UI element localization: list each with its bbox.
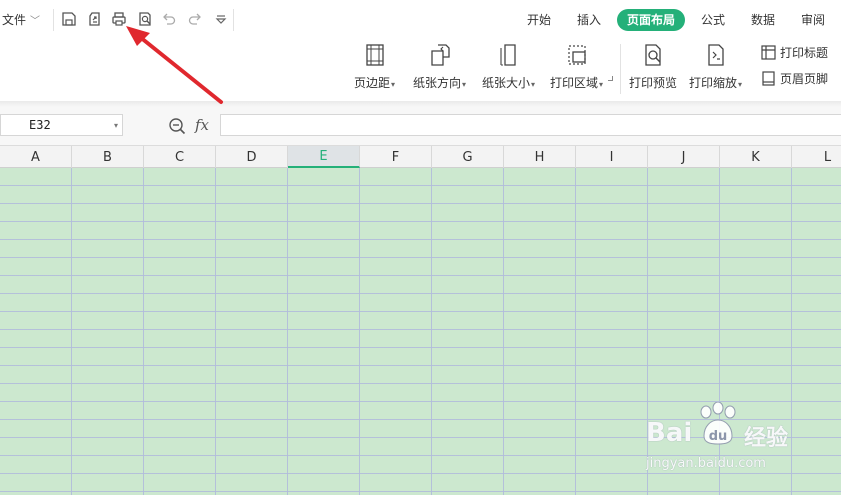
tab-data[interactable]: 数据: [751, 11, 775, 28]
watermark-brand-cn: 经验: [744, 426, 789, 451]
save-icon[interactable]: [60, 10, 78, 28]
watermark-url: jingyan.baidu.com: [646, 456, 766, 471]
formula-bar: E32 ▾ fx: [0, 107, 841, 145]
orientation-icon: [428, 42, 452, 68]
zoom-search-icon[interactable]: [168, 117, 186, 135]
svg-text:du: du: [709, 429, 728, 444]
dialog-launcher-icon[interactable]: [608, 76, 613, 81]
divider: [233, 9, 234, 31]
print-scale-button[interactable]: 打印缩放▾: [689, 42, 742, 91]
column-header-h[interactable]: H: [504, 146, 576, 168]
column-header-i[interactable]: I: [576, 146, 648, 168]
paper-size-button[interactable]: 纸张大小▾: [482, 42, 535, 91]
undo-icon[interactable]: [160, 10, 178, 28]
chevron-down-icon[interactable]: ▾: [114, 121, 118, 130]
chevron-down-icon: ﹀: [30, 16, 41, 27]
column-header-row: ABCDEFGHIJKL: [0, 145, 841, 168]
paper-size-label: 纸张大小: [482, 76, 531, 90]
print-preview-icon[interactable]: [136, 10, 154, 28]
print-icon[interactable]: [110, 10, 128, 28]
column-header-e[interactable]: E: [288, 146, 360, 168]
print-preview-label: 打印预览: [629, 76, 678, 90]
print-titles-label: 打印标题: [780, 46, 829, 60]
file-menu-label: 文件: [2, 13, 27, 27]
ribbon-page-layout: 页边距▾ 纸张方向▾ 纸张大小▾ 打印区域▾ 打印预览 打印缩放▾ 打印标题 页…: [0, 38, 841, 102]
orientation-label: 纸张方向: [413, 76, 462, 90]
tab-insert[interactable]: 插入: [577, 11, 601, 28]
margins-icon: [363, 42, 387, 68]
name-box[interactable]: E32: [0, 114, 123, 136]
column-header-j[interactable]: J: [648, 146, 720, 168]
column-header-a[interactable]: A: [0, 146, 72, 168]
orientation-button[interactable]: 纸张方向▾: [413, 42, 466, 91]
header-footer-icon: [762, 71, 775, 86]
paw-icon: du: [700, 402, 736, 445]
print-scale-icon: [704, 42, 728, 68]
tab-formulas[interactable]: 公式: [701, 11, 725, 28]
column-header-b[interactable]: B: [72, 146, 144, 168]
print-area-button[interactable]: 打印区域▾: [550, 42, 603, 91]
divider: [620, 44, 621, 94]
tab-page-layout[interactable]: 页面布局: [617, 9, 686, 31]
column-header-c[interactable]: C: [144, 146, 216, 168]
quick-access-toolbar: 文件 ﹀ 开始 插入 页面布局 公式 数据 审阅: [0, 0, 841, 38]
divider: [53, 9, 54, 31]
fx-icon[interactable]: fx: [195, 116, 209, 134]
print-preview-icon: [641, 42, 665, 68]
column-header-g[interactable]: G: [432, 146, 504, 168]
column-header-d[interactable]: D: [216, 146, 288, 168]
tab-review[interactable]: 审阅: [801, 11, 825, 28]
print-scale-label: 打印缩放: [689, 76, 738, 90]
file-menu[interactable]: 文件 ﹀: [2, 11, 40, 28]
column-header-k[interactable]: K: [720, 146, 792, 168]
baidu-jingyan-watermark: Bai du 经验 jingyan.baidu.com: [646, 402, 816, 478]
print-titles-icon: [761, 45, 776, 60]
header-footer-label: 页眉页脚: [780, 72, 829, 86]
margins-button[interactable]: 页边距▾: [354, 42, 395, 91]
print-preview-button[interactable]: 打印预览: [629, 42, 677, 91]
redo-icon[interactable]: [186, 10, 204, 28]
print-area-label: 打印区域: [550, 76, 599, 90]
header-footer-button[interactable]: 页眉页脚: [761, 70, 828, 87]
customize-dropdown-icon[interactable]: [212, 10, 230, 28]
margins-label: 页边距: [354, 76, 391, 90]
export-pdf-icon[interactable]: [86, 10, 104, 28]
paper-size-icon: [497, 42, 521, 68]
watermark-brand: Bai: [646, 418, 693, 448]
column-header-l[interactable]: L: [792, 146, 841, 168]
print-area-icon: [565, 42, 589, 68]
tab-home[interactable]: 开始: [527, 11, 551, 28]
column-header-f[interactable]: F: [360, 146, 432, 168]
print-titles-button[interactable]: 打印标题: [761, 44, 828, 61]
formula-input[interactable]: [220, 114, 841, 136]
